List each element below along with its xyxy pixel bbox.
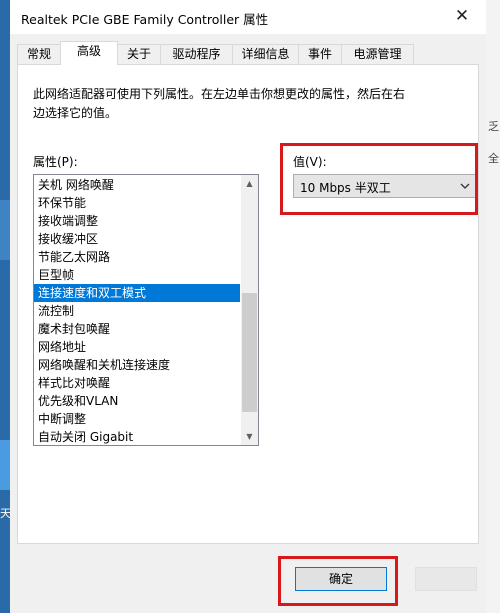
- property-item[interactable]: 接收缓冲区: [34, 230, 240, 248]
- background-text-fragment: 乏: [488, 120, 499, 133]
- chevron-down-icon: [460, 183, 470, 189]
- advanced-tab-panel: 此网络适配器可使用下列属性。在左边单击你想更改的属性，然后在右 边选择它的值。 …: [17, 64, 479, 544]
- value-label: 值(V):: [293, 155, 327, 169]
- value-dropdown-selected: 10 Mbps 半双工: [300, 181, 391, 195]
- tab-events[interactable]: 事件: [298, 44, 342, 64]
- property-item-selected[interactable]: 连接速度和双工模式: [34, 284, 240, 302]
- window-title: Realtek PCIe GBE Family Controller 属性: [21, 12, 269, 27]
- property-list-scrollbar[interactable]: ▲ ▼: [241, 175, 258, 445]
- property-label: 属性(P):: [33, 155, 78, 169]
- desktop-background-left: 天: [0, 0, 11, 613]
- title-bar: Realtek PCIe GBE Family Controller 属性 ✕: [10, 0, 486, 34]
- tab-power-management[interactable]: 电源管理: [341, 44, 414, 64]
- scroll-down-arrow-icon[interactable]: ▼: [241, 428, 258, 445]
- description-line: 此网络适配器可使用下列属性。在左边单击你想更改的属性，然后在右: [33, 87, 406, 101]
- property-item[interactable]: 节能乙太网路: [34, 248, 240, 266]
- ok-button[interactable]: 确定: [295, 567, 387, 591]
- value-dropdown[interactable]: 10 Mbps 半双工: [293, 174, 476, 198]
- background-window-right: 乏 全: [485, 0, 500, 613]
- tab-general[interactable]: 常规: [17, 44, 61, 64]
- property-item[interactable]: 巨型帧: [34, 266, 240, 284]
- property-item[interactable]: 环保节能: [34, 194, 240, 212]
- desktop-icon-strip: [0, 440, 10, 490]
- property-item[interactable]: 魔术封包唤醒: [34, 320, 240, 338]
- description-text: 此网络适配器可使用下列属性。在左边单击你想更改的属性，然后在右 边选择它的值。: [33, 85, 433, 123]
- description-line: 边选择它的值。: [33, 106, 118, 120]
- property-listbox[interactable]: 关机 网络唤醒 环保节能 接收端调整 接收缓冲区 节能乙太网路 巨型帧 连接速度…: [33, 174, 259, 446]
- background-text-fragment: 全: [488, 152, 499, 165]
- tab-advanced[interactable]: 高级: [60, 41, 118, 65]
- property-item[interactable]: 流控制: [34, 302, 240, 320]
- property-item[interactable]: 接收端调整: [34, 212, 240, 230]
- scroll-thumb[interactable]: [242, 293, 257, 412]
- properties-dialog: Realtek PCIe GBE Family Controller 属性 ✕ …: [10, 0, 486, 613]
- property-item[interactable]: 中断调整: [34, 410, 240, 428]
- cancel-button-obscured[interactable]: [415, 567, 477, 591]
- desktop-icon-strip: [0, 200, 10, 260]
- property-item[interactable]: 网络地址: [34, 338, 240, 356]
- property-item[interactable]: 关机 网络唤醒: [34, 176, 240, 194]
- close-icon[interactable]: ✕: [450, 4, 474, 28]
- property-item[interactable]: 优先级和VLAN: [34, 392, 240, 410]
- property-item[interactable]: 样式比对唤醒: [34, 374, 240, 392]
- tab-details[interactable]: 详细信息: [232, 44, 299, 64]
- property-item[interactable]: 自动关闭 Gigabit: [34, 428, 240, 446]
- tab-driver[interactable]: 驱动程序: [160, 44, 233, 64]
- scroll-up-arrow-icon[interactable]: ▲: [241, 175, 258, 192]
- tab-about[interactable]: 关于: [117, 44, 161, 64]
- property-item[interactable]: 网络唤醒和关机连接速度: [34, 356, 240, 374]
